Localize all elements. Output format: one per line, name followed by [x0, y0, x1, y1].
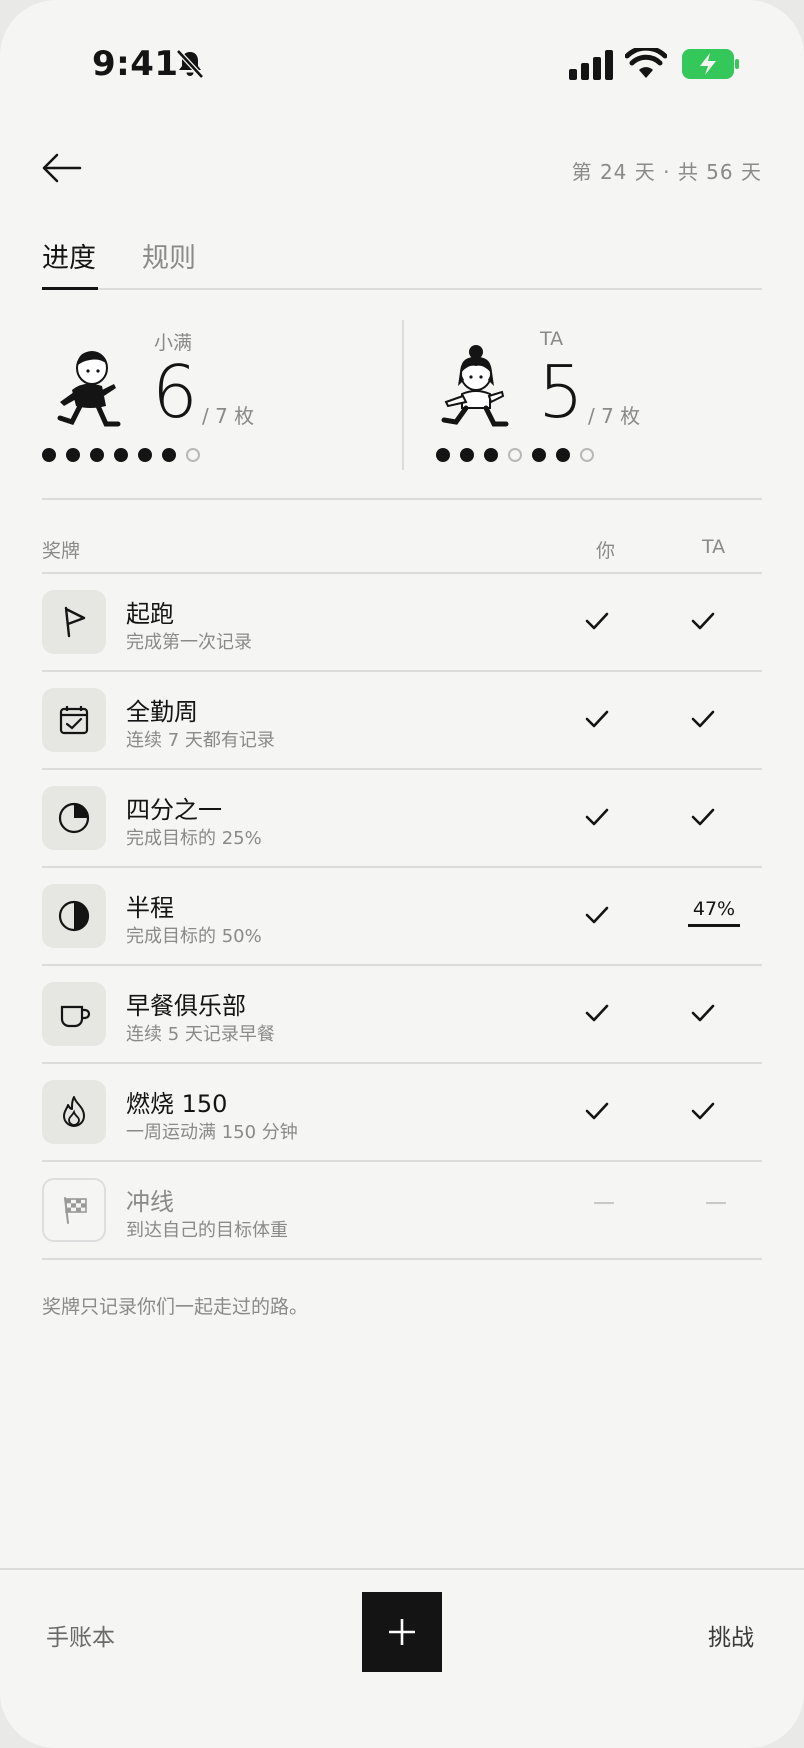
medal-description: 到达自己的目标体重: [126, 1220, 288, 1241]
check-icon: [582, 1096, 616, 1130]
column-header-ta: TA: [702, 536, 726, 558]
medal-row-start[interactable]: 起跑 完成第一次记录: [42, 574, 762, 672]
medal-dot: [90, 448, 104, 462]
score-card-ta: TA 5 / 7 枚: [402, 320, 762, 470]
medal-row-finish-line[interactable]: 冲线 到达自己的目标体重: [42, 1162, 762, 1260]
check-icon: [688, 1096, 722, 1130]
phone-screen: 9:41 第 24 天 · 共 56 天 进度 规则 小满 6 / 7 枚 TA…: [0, 0, 804, 1748]
plus-icon: [389, 1619, 415, 1645]
check-icon: [688, 802, 722, 836]
footnote: 奖牌只记录你们一起走过的路。: [42, 1296, 309, 1318]
flag-icon: [42, 590, 106, 654]
medal-dot: [162, 448, 176, 462]
medal-dot-empty: [580, 448, 594, 462]
medal-row-perfect-week[interactable]: 全勤周 连续 7 天都有记录: [42, 672, 762, 770]
medal-dot: [460, 448, 474, 462]
medal-row-halfway[interactable]: 半程 完成目标的 50% 47%: [42, 868, 762, 966]
running-boy-avatar-icon: [57, 351, 121, 427]
medal-dot: [436, 448, 450, 462]
tab-rules[interactable]: 规则: [142, 236, 196, 275]
tab-bar: 进度 规则: [42, 232, 762, 290]
active-tab-indicator: [42, 287, 98, 290]
ta-progress-bar: [688, 924, 740, 927]
medal-title: 冲线: [126, 1188, 174, 1216]
add-button[interactable]: [362, 1592, 442, 1672]
medal-dot: [532, 448, 546, 462]
calendar-check-icon: [42, 688, 106, 752]
medal-dot: [42, 448, 56, 462]
score-card-me: 小满 6 / 7 枚: [42, 320, 402, 470]
medal-title: 起跑: [126, 600, 174, 628]
nav-challenge[interactable]: 挑战: [708, 1618, 754, 1652]
status-time: 9:41: [92, 44, 179, 84]
medal-description: 连续 7 天都有记录: [126, 730, 275, 751]
medal-list: 起跑 完成第一次记录 全勤周 连续 7 天都有记录 四分之一 完成目标的 25%: [42, 574, 762, 1260]
medal-title: 四分之一: [126, 796, 222, 824]
medal-dot-empty: [186, 448, 200, 462]
not-earned-dash: [706, 1202, 726, 1204]
medal-description: 完成第一次记录: [126, 632, 252, 653]
checkered-flag-icon: [42, 1178, 106, 1242]
wifi-icon: [625, 48, 667, 78]
fire-icon: [42, 1080, 106, 1144]
medal-dots-me: [42, 448, 200, 462]
medal-dot: [484, 448, 498, 462]
running-girl-avatar-icon: [441, 345, 509, 427]
medal-title: 早餐俱乐部: [126, 992, 246, 1020]
medal-dot: [138, 448, 152, 462]
bottom-nav-bar: 手账本 挑战: [0, 1568, 804, 1748]
battery-charging-icon: [682, 49, 739, 79]
medal-count-me: 6: [152, 350, 198, 434]
medal-title: 燃烧 150: [126, 1090, 228, 1118]
coffee-cup-icon: [42, 982, 106, 1046]
medal-table-header: 奖牌 你 TA: [42, 532, 762, 574]
ta-progress-percent: 47%: [692, 898, 736, 920]
check-icon: [688, 704, 722, 738]
not-earned-dash: [594, 1202, 614, 1204]
column-header-medal: 奖牌: [42, 540, 81, 562]
score-summary: 小满 6 / 7 枚 TA 5 / 7 枚: [42, 320, 762, 500]
check-icon: [688, 606, 722, 640]
half-circle-icon: [42, 884, 106, 948]
check-icon: [582, 802, 616, 836]
day-counter: 第 24 天 · 共 56 天: [571, 160, 762, 184]
medal-total-me: / 7 枚: [202, 404, 255, 428]
cellular-signal-icon: [569, 50, 613, 80]
bell-slash-icon: [176, 49, 204, 79]
quarter-pie-icon: [42, 786, 106, 850]
check-icon: [688, 998, 722, 1032]
medal-description: 连续 5 天记录早餐: [126, 1024, 275, 1045]
medal-row-breakfast-club[interactable]: 早餐俱乐部 连续 5 天记录早餐: [42, 966, 762, 1064]
medal-description: 完成目标的 25%: [126, 828, 262, 849]
check-icon: [582, 606, 616, 640]
medal-dots-ta: [436, 448, 594, 462]
back-arrow-icon[interactable]: [40, 148, 84, 188]
medal-title: 半程: [126, 894, 174, 922]
status-bar: 9:41: [0, 0, 804, 130]
check-icon: [582, 998, 616, 1032]
check-icon: [582, 704, 616, 738]
tab-progress[interactable]: 进度: [42, 236, 96, 275]
medal-dot: [556, 448, 570, 462]
medal-dot-empty: [508, 448, 522, 462]
medal-dot: [114, 448, 128, 462]
medal-title: 全勤周: [126, 698, 198, 726]
column-header-you: 你: [596, 540, 616, 562]
medal-description: 完成目标的 50%: [126, 926, 262, 947]
medal-row-burn-150[interactable]: 燃烧 150 一周运动满 150 分钟: [42, 1064, 762, 1162]
medal-description: 一周运动满 150 分钟: [126, 1122, 298, 1143]
medal-dot: [66, 448, 80, 462]
medal-total-ta: / 7 枚: [588, 404, 641, 428]
medal-count-ta: 5: [538, 350, 584, 434]
medal-row-quarter[interactable]: 四分之一 完成目标的 25%: [42, 770, 762, 868]
player-name-ta: TA: [540, 328, 564, 350]
nav-journal[interactable]: 手账本: [46, 1618, 115, 1652]
check-icon: [582, 900, 616, 934]
